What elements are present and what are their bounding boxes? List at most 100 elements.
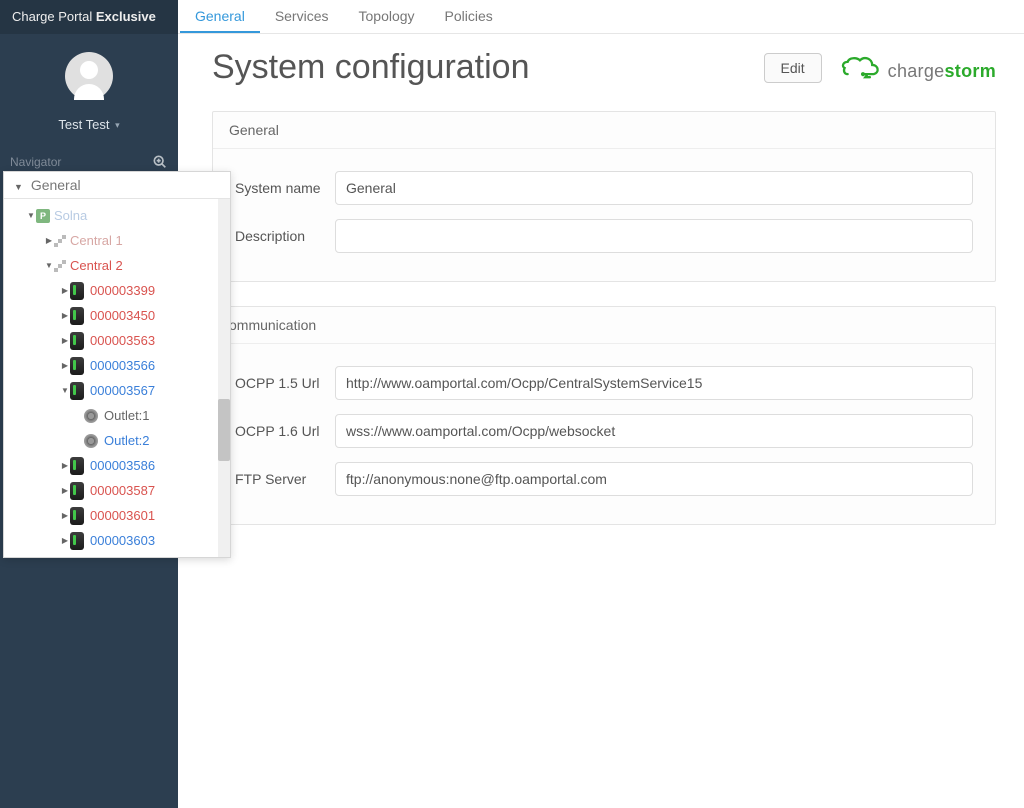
row-ocpp15: OCPP 1.5 Url — [235, 366, 973, 400]
tree-site-label: Solna — [54, 208, 87, 223]
caret-down-icon: ▼ — [60, 386, 70, 395]
card-general: General System name Description — [212, 111, 996, 282]
caret-right-icon: ▶ — [60, 286, 70, 295]
navigator-header: Navigator — [0, 132, 178, 174]
caret-down-icon: ▼ — [44, 261, 54, 270]
row-description: Description — [235, 219, 973, 253]
label-ocpp15: OCPP 1.5 Url — [235, 375, 335, 391]
tree-outlet[interactable]: Outlet:1 — [4, 403, 230, 428]
row-ftp: FTP Server — [235, 462, 973, 496]
main: GeneralServicesTopologyPolicies System c… — [178, 0, 1024, 808]
tree-device[interactable]: ▶ 000003563 — [4, 328, 230, 353]
device-icon — [70, 382, 84, 400]
avatar-block — [0, 34, 178, 109]
outlet-icon — [84, 434, 98, 448]
row-system-name: System name — [235, 171, 973, 205]
label-ftp: FTP Server — [235, 471, 335, 487]
avatar[interactable] — [65, 52, 113, 100]
input-description[interactable] — [335, 219, 973, 253]
caret-right-icon: ▶ — [60, 361, 70, 370]
input-ocpp15[interactable] — [335, 366, 973, 400]
username-text: Test Test — [58, 117, 109, 132]
tree-device[interactable]: ▶000003601 — [4, 503, 230, 528]
device-icon — [70, 482, 84, 500]
tree-scrollbar-track[interactable] — [218, 199, 230, 557]
tree-device-id: 000003450 — [90, 308, 155, 323]
caret-right-icon: ▶ — [44, 236, 54, 245]
tree-device[interactable]: ▶ 000003587 — [4, 478, 230, 503]
card-communication-title: ommunication — [213, 307, 995, 344]
tab-general[interactable]: General — [180, 0, 260, 33]
tree-outlet-label: Outlet:2 — [104, 433, 150, 448]
brand-bold: Exclusive — [96, 9, 156, 24]
tree-device[interactable]: ▶ 000003399 — [4, 278, 230, 303]
tab-policies[interactable]: Policies — [430, 0, 508, 33]
username-dropdown[interactable]: Test Test ▾ — [0, 117, 178, 132]
device-icon — [70, 532, 84, 550]
caret-right-icon: ▶ — [60, 486, 70, 495]
tree-device-id: 000003603 — [90, 533, 155, 548]
label-ocpp16: OCPP 1.6 Url — [235, 423, 335, 439]
navigator-root[interactable]: ▼ General — [4, 172, 230, 199]
navigator-root-label: General — [31, 177, 81, 193]
caret-down-icon: ▼ — [14, 182, 23, 192]
device-icon — [70, 457, 84, 475]
input-system-name[interactable] — [335, 171, 973, 205]
device-icon — [70, 282, 84, 300]
device-icon — [70, 332, 84, 350]
row-ocpp16: OCPP 1.6 Url — [235, 414, 973, 448]
navigator-tree: ▼ P Solna ▶ Central 1 ▼ Central 2 ▶00000… — [4, 199, 230, 557]
label-description: Description — [235, 228, 335, 244]
tree-device-id: 000003566 — [90, 358, 155, 373]
tree-site[interactable]: ▼ P Solna — [4, 203, 230, 228]
device-icon — [70, 507, 84, 525]
tree-device-id: 000003586 — [90, 458, 155, 473]
navigator-panel: ▼ General ▼ P Solna ▶ Central 1 ▼ Centra… — [3, 171, 231, 558]
caret-right-icon: ▶ — [60, 311, 70, 320]
label-system-name: System name — [235, 180, 335, 196]
tree-device[interactable]: ▶ 000003450 — [4, 303, 230, 328]
tree-central-1[interactable]: ▶ Central 1 — [4, 228, 230, 253]
tabs: GeneralServicesTopologyPolicies — [178, 0, 1024, 34]
page-title: System configuration — [212, 48, 530, 87]
tree-device[interactable]: ▶ 000003586 — [4, 453, 230, 478]
tree-scrollbar-thumb[interactable] — [218, 399, 230, 461]
parking-icon: P — [36, 209, 50, 223]
tree-outlet-label: Outlet:1 — [104, 408, 150, 423]
brand-fixed: Charge Portal — [12, 9, 96, 24]
search-icon[interactable] — [152, 154, 168, 170]
caret-right-icon: ▶ — [60, 461, 70, 470]
outlet-icon — [84, 409, 98, 423]
caret-down-icon: ▼ — [26, 211, 36, 220]
tree-device[interactable]: ▼ 000003567 — [4, 378, 230, 403]
tree-device-id: 000003563 — [90, 333, 155, 348]
tree-device[interactable]: ▶ 000003566 — [4, 353, 230, 378]
stair-icon — [54, 235, 66, 247]
card-general-title: General — [213, 112, 995, 149]
stair-icon — [54, 260, 66, 272]
tree-device-id: 000003567 — [90, 383, 155, 398]
chevron-down-icon: ▾ — [115, 120, 120, 130]
page-header: System configuration Edit chargestorm — [178, 34, 1024, 87]
input-ftp[interactable] — [335, 462, 973, 496]
brand: Charge Portal Exclusive — [0, 0, 178, 34]
tree-central-2-label: Central 2 — [70, 258, 123, 273]
brand-logo: chargestorm — [840, 54, 996, 82]
tree-outlet[interactable]: Outlet:2 — [4, 428, 230, 453]
tree-device[interactable]: ▶ 000003603 — [4, 528, 230, 553]
device-icon — [70, 307, 84, 325]
caret-right-icon: ▶ — [60, 536, 70, 545]
tree-central-1-label: Central 1 — [70, 233, 123, 248]
tab-services[interactable]: Services — [260, 0, 344, 33]
input-ocpp16[interactable] — [335, 414, 973, 448]
tree-device-id: 000003399 — [90, 283, 155, 298]
tree-device-id: 000003587 — [90, 483, 155, 498]
caret-right-icon: ▶ — [60, 336, 70, 345]
tab-topology[interactable]: Topology — [344, 0, 430, 33]
navigator-label: Navigator — [10, 155, 61, 169]
card-communication: ommunication OCPP 1.5 Url OCPP 1.6 Url F… — [212, 306, 996, 525]
edit-button[interactable]: Edit — [764, 53, 822, 83]
tree-central-2[interactable]: ▼ Central 2 — [4, 253, 230, 278]
device-icon — [70, 357, 84, 375]
logo-bug-icon — [840, 54, 886, 82]
